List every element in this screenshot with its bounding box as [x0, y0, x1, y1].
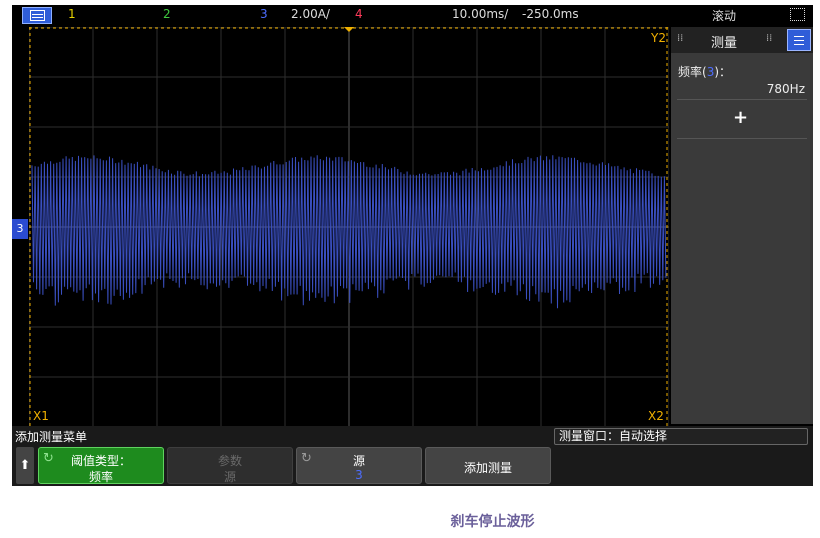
graticule: X1 X2 Y2 — [29, 27, 669, 427]
panel-menu-button[interactable] — [787, 29, 811, 51]
channel-3-indicator[interactable]: 3 — [260, 7, 268, 21]
oscilloscope-screen: 1 2 3 2.00A/ 4 10.00ms/ -250.0ms 滚动 X1 X… — [12, 5, 813, 486]
measurement-window-selector[interactable]: 测量窗口：自动选择 — [554, 428, 808, 445]
channel-3-scale: 2.00A/ — [291, 7, 330, 21]
plus-icon[interactable]: + — [733, 107, 748, 128]
divider — [677, 99, 807, 100]
measurement-name: 频率 — [678, 65, 703, 79]
divider — [677, 138, 807, 139]
panel-header: ⁞⁞ 测量 ⁞⁞ — [671, 27, 813, 53]
figure-caption: 刹车停止波形 — [450, 514, 535, 530]
channel-3-ground-label: 3 — [16, 222, 24, 235]
source-softkey[interactable]: ↻ 源 3 — [296, 447, 422, 484]
y2-cursor-label: Y2 — [651, 31, 666, 45]
x1-cursor-label: X1 — [33, 409, 49, 423]
measurement-label[interactable]: 频率(3)： — [678, 63, 731, 80]
measurement-value: 780Hz — [766, 82, 805, 96]
trigger-marker — [344, 27, 354, 32]
drag-grip-icon[interactable]: ⁞⁞ — [766, 33, 772, 44]
measurement-panel: ⁞⁞ 测量 ⁞⁞ 频率(3)： 780Hz + — [671, 27, 813, 424]
status-bar: 1 2 3 2.00A/ 4 10.00ms/ -250.0ms 滚动 — [12, 5, 813, 26]
selection-icon[interactable] — [790, 8, 805, 21]
x2-cursor-label: X2 — [648, 409, 664, 423]
panel-title: 测量 — [711, 36, 738, 51]
channel-4-indicator[interactable]: 4 — [355, 7, 363, 21]
graticule-svg — [29, 27, 669, 427]
parameters-source-softkey[interactable]: 参数 源 — [167, 447, 293, 484]
main-menu-button[interactable] — [22, 7, 52, 24]
timebase-scale: 10.00ms/ — [452, 7, 509, 21]
channel-1-indicator[interactable]: 1 — [68, 7, 76, 21]
add-measurement-softkey[interactable]: 添加测量 — [425, 447, 551, 484]
channel-2-indicator[interactable]: 2 — [163, 7, 171, 21]
softkey-bar: 添加测量菜单 测量窗口：自动选择 ⬆ ↻ 阈值类型： 频率 参数 源 ↻ 源 3… — [12, 426, 813, 486]
drag-grip-icon[interactable]: ⁞⁞ — [677, 33, 683, 44]
back-arrow-button[interactable]: ⬆ — [16, 447, 34, 484]
menu-title: 添加测量菜单 — [15, 430, 88, 444]
acquisition-mode: 滚动 — [712, 9, 737, 23]
threshold-type-softkey[interactable]: ↻ 阈值类型： 频率 — [38, 447, 164, 484]
time-delay: -250.0ms — [522, 7, 579, 21]
channel-3-ground-marker[interactable]: 3 — [12, 219, 28, 239]
